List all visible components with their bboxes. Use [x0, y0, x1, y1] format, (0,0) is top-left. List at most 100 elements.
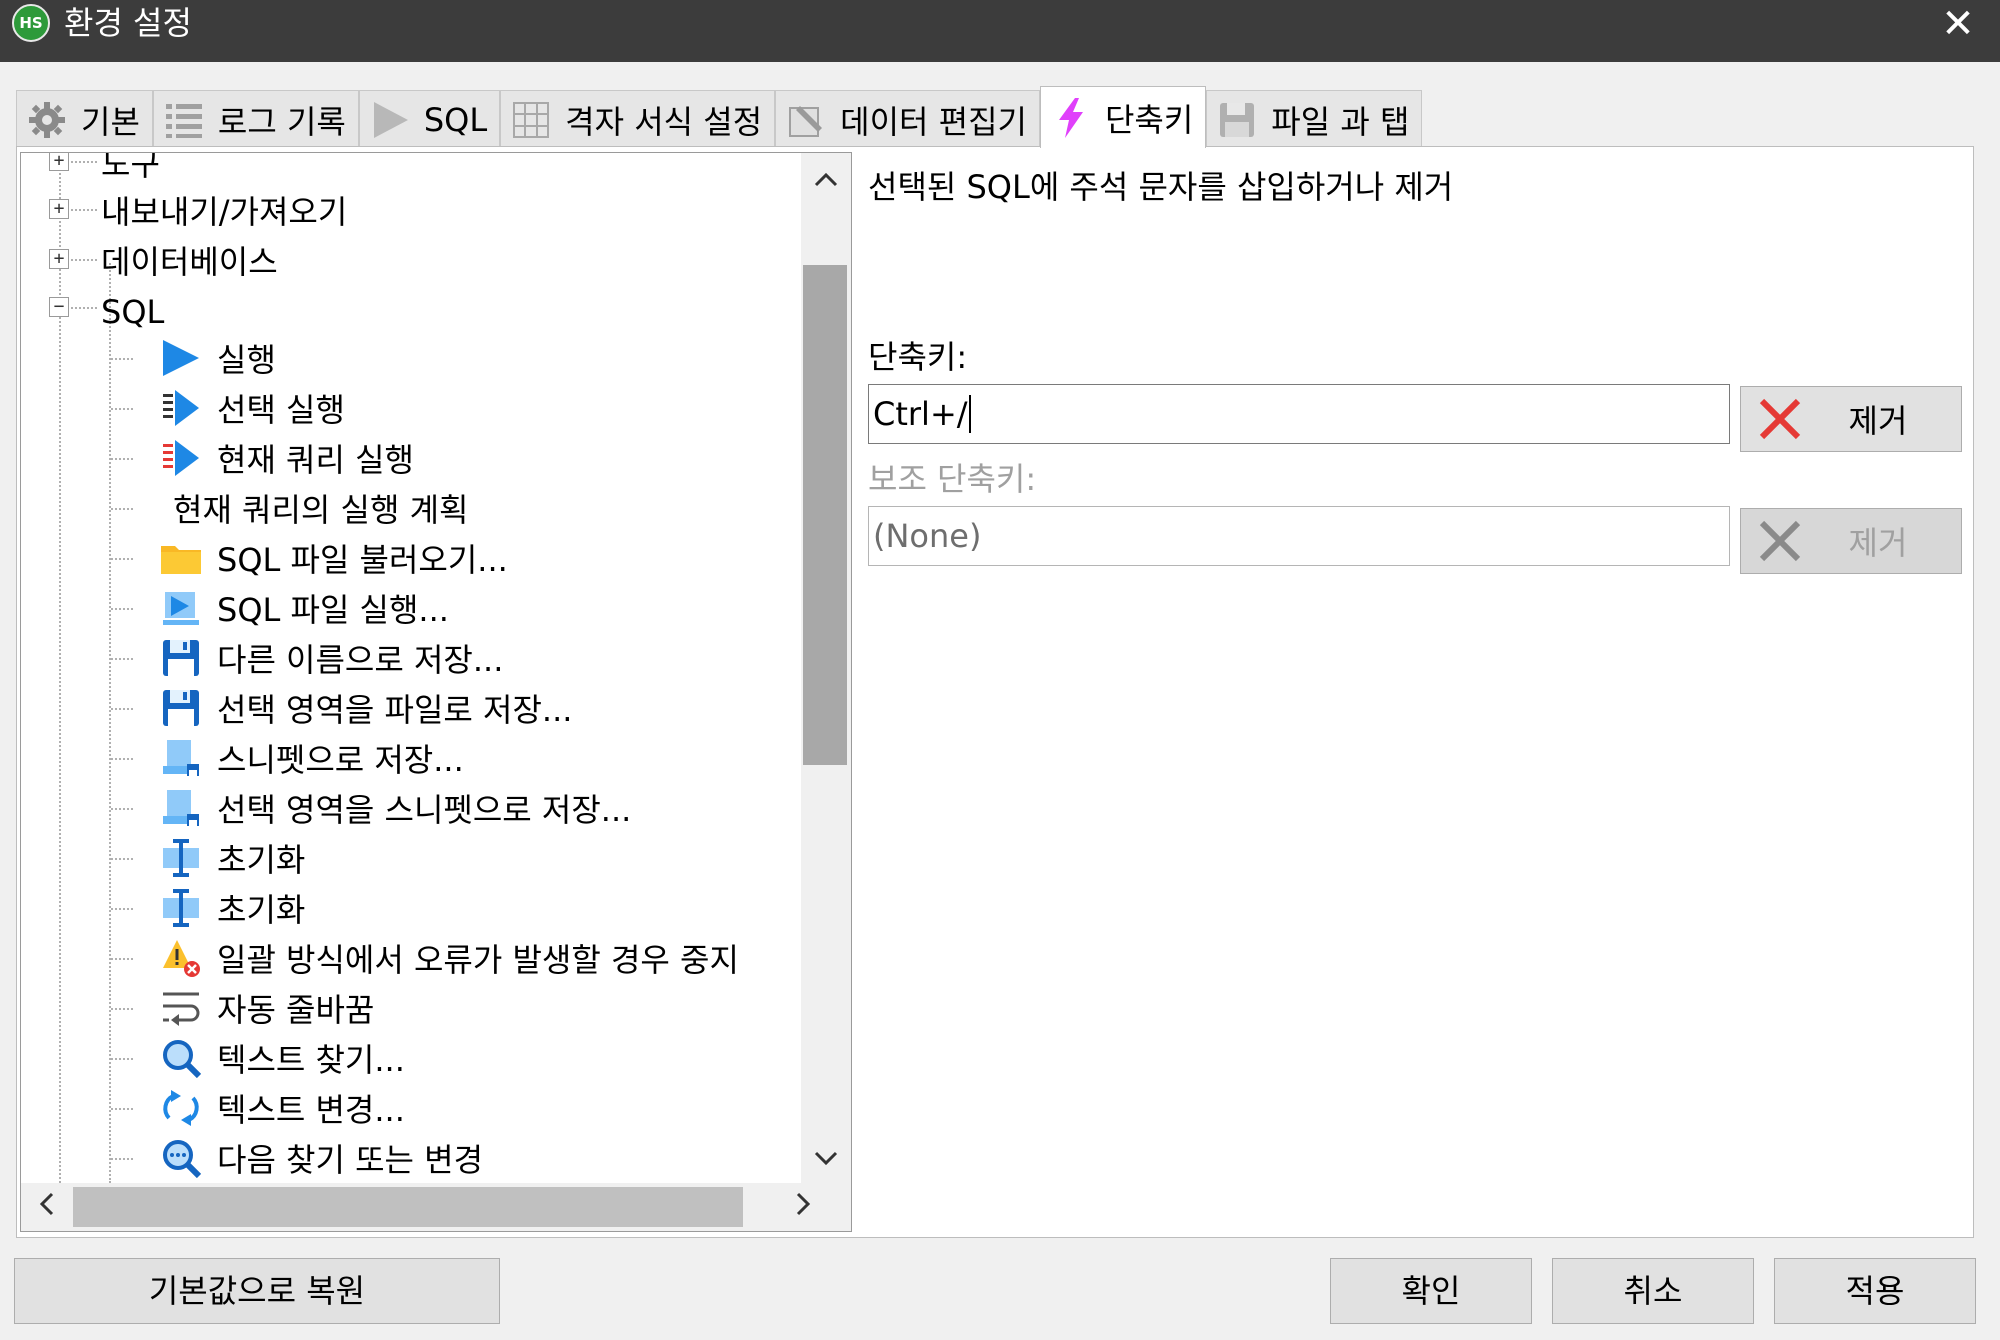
tree-item-label: 초기화 — [217, 891, 306, 929]
tree-item-label: 도구 — [101, 153, 160, 183]
tab-sql[interactable]: SQL — [358, 90, 501, 148]
tree-item-save-selection-as-snippet[interactable]: 선택 영역을 스니펫으로 저장... — [111, 783, 631, 833]
tree-item-execute-current-query[interactable]: 현재 쿼리 실행 — [111, 433, 414, 483]
expand-icon[interactable]: + — [49, 199, 69, 219]
lightning-icon — [1049, 96, 1093, 140]
close-icon: ✕ — [1941, 1, 1975, 47]
tab-label: 파일 과 탭 — [1271, 102, 1410, 141]
shortcut-description: 선택된 SQL에 주석 문자를 삽입하거나 제거 — [868, 168, 1454, 206]
tree-item-label: 일괄 방식에서 오류가 발생할 경우 중지 — [217, 941, 739, 979]
tree-item-label: 다음 찾기 또는 변경 — [217, 1141, 484, 1179]
shortcut-input-value: Ctrl+/ — [873, 395, 968, 433]
shortcut-input[interactable]: Ctrl+/​ — [868, 384, 1730, 444]
tree-item-label: 선택 영역을 파일로 저장... — [217, 691, 573, 729]
tab-grid-format[interactable]: 격자 서식 설정 — [500, 90, 776, 148]
tree-item-label: 초기화 — [217, 841, 306, 879]
remove-icon — [1745, 519, 1815, 563]
find-next-icon — [159, 1136, 203, 1180]
tree-item-label: 텍스트 변경... — [217, 1091, 405, 1129]
tree-item-label: SQL 파일 실행... — [217, 591, 449, 629]
tree-horizontal-scrollbar[interactable] — [21, 1183, 851, 1231]
tree-item-replace-text[interactable]: 텍스트 변경... — [111, 1083, 405, 1133]
tree-item-label: 실행 — [217, 341, 276, 379]
tree-items: + 도구 + 내보내기/가져오기 + 데이터베이스 − SQL 실행 선택 실행… — [21, 153, 801, 1183]
tree-item-label: 현재 쿼리의 실행 계획 — [173, 491, 469, 529]
tree-item-stop-on-error[interactable]: 일괄 방식에서 오류가 발생할 경우 중지 — [111, 933, 739, 983]
expand-icon[interactable]: + — [49, 249, 69, 269]
tab-label: 격자 서식 설정 — [565, 102, 763, 141]
scroll-up-icon[interactable] — [801, 153, 851, 203]
tree-item-run-sql-file[interactable]: SQL 파일 실행... — [111, 583, 449, 633]
scrollbar-thumb[interactable] — [803, 265, 847, 765]
floppy-icon — [1215, 98, 1259, 142]
tree-item-reset-1[interactable]: 초기화 — [111, 833, 305, 883]
tree-item-label: 데이터베이스 — [101, 243, 278, 281]
remove-button-label: 제거 — [1848, 402, 1908, 440]
tree-item-label: 텍스트 찾기... — [217, 1041, 405, 1079]
tree-item-load-sql-file[interactable]: SQL 파일 불러오기... — [111, 533, 508, 583]
close-button[interactable]: ✕ — [1938, 4, 1978, 44]
list-icon — [162, 98, 206, 142]
tab-files-tabs[interactable]: 파일 과 탭 — [1206, 90, 1423, 148]
tab-logging[interactable]: 로그 기록 — [152, 90, 359, 148]
tree-item-find-text[interactable]: 텍스트 찾기... — [111, 1033, 405, 1083]
scroll-down-icon[interactable] — [801, 1133, 851, 1183]
shortcut-label: 단축키: — [868, 338, 968, 376]
text-cursor-icon — [159, 886, 203, 930]
gear-icon — [25, 98, 69, 142]
scrollbar-thumb[interactable] — [73, 1187, 743, 1227]
tab-label: 로그 기록 — [217, 102, 346, 141]
play-icon — [159, 336, 203, 380]
scroll-left-icon[interactable] — [21, 1183, 71, 1231]
save-icon — [159, 636, 203, 680]
tree-item-save-as[interactable]: 다른 이름으로 저장... — [111, 633, 503, 683]
remove-secondary-shortcut-button[interactable]: 제거 — [1740, 508, 1962, 574]
tree-item-execute-selection[interactable]: 선택 실행 — [111, 383, 345, 433]
tab-label: 데이터 편집기 — [840, 102, 1027, 141]
remove-icon — [1745, 397, 1815, 441]
tab-general[interactable]: 기본 — [16, 90, 153, 148]
tree-item-save-as-snippet[interactable]: 스니펫으로 저장... — [111, 733, 464, 783]
scroll-right-icon[interactable] — [779, 1183, 829, 1231]
tree-item-label: 선택 영역을 스니펫으로 저장... — [217, 791, 632, 829]
edit-icon — [784, 98, 828, 142]
run-selection-icon — [159, 386, 203, 430]
restore-defaults-button[interactable]: 기본값으로 복원 — [14, 1258, 500, 1324]
tab-shortcuts[interactable]: 단축키 — [1039, 86, 1207, 148]
tree-item-execute[interactable]: 실행 — [111, 333, 276, 383]
tree-item-label: SQL — [101, 293, 165, 331]
tree-item-save-selection-to-file[interactable]: 선택 영역을 파일로 저장... — [111, 683, 572, 733]
text-caret: ​ — [968, 395, 971, 433]
tree-item-execution-plan[interactable]: 현재 쿼리의 실행 계획 — [111, 483, 468, 533]
tab-label: SQL — [423, 100, 488, 139]
warning-icon — [159, 936, 203, 980]
tree-vertical-scrollbar[interactable] — [801, 153, 851, 1183]
cancel-button[interactable]: 취소 — [1552, 1258, 1754, 1324]
folder-icon — [159, 536, 203, 580]
secondary-shortcut-label: 보조 단축키: — [868, 460, 1037, 498]
tab-strip: 기본 로그 기록 SQL 격자 서식 설정 데이터 편집기 단축키 파일 과 탭 — [16, 86, 1423, 148]
search-icon — [159, 1036, 203, 1080]
tab-label: 단축키 — [1104, 100, 1194, 139]
secondary-shortcut-input[interactable]: (None) — [868, 506, 1730, 566]
collapse-icon[interactable]: − — [49, 297, 69, 317]
word-wrap-icon — [159, 986, 203, 1030]
tree-item-word-wrap[interactable]: 자동 줄바꿈 — [111, 983, 374, 1033]
shortcut-tree[interactable]: + 도구 + 내보내기/가져오기 + 데이터베이스 − SQL 실행 선택 실행… — [20, 152, 852, 1232]
remove-shortcut-button[interactable]: 제거 — [1740, 386, 1962, 452]
save-icon — [159, 686, 203, 730]
app-logo-text: HS — [19, 14, 43, 32]
tree-item-label: SQL 파일 불러오기... — [217, 541, 508, 579]
tree-item-find-next[interactable]: 다음 찾기 또는 변경 — [111, 1133, 483, 1183]
snippet-icon — [159, 736, 203, 780]
ok-button[interactable]: 확인 — [1330, 1258, 1532, 1324]
expand-icon[interactable]: + — [49, 153, 69, 171]
tree-item-label: 내보내기/가져오기 — [101, 193, 348, 231]
tree-item-label: 스니펫으로 저장... — [217, 741, 464, 779]
tab-label: 기본 — [81, 102, 140, 141]
tab-data-editor[interactable]: 데이터 편집기 — [775, 90, 1040, 148]
tree-item-label: 현재 쿼리 실행 — [217, 441, 414, 479]
apply-button[interactable]: 적용 — [1774, 1258, 1976, 1324]
tree-item-reset-2[interactable]: 초기화 — [111, 883, 305, 933]
remove-button-label: 제거 — [1848, 524, 1908, 562]
